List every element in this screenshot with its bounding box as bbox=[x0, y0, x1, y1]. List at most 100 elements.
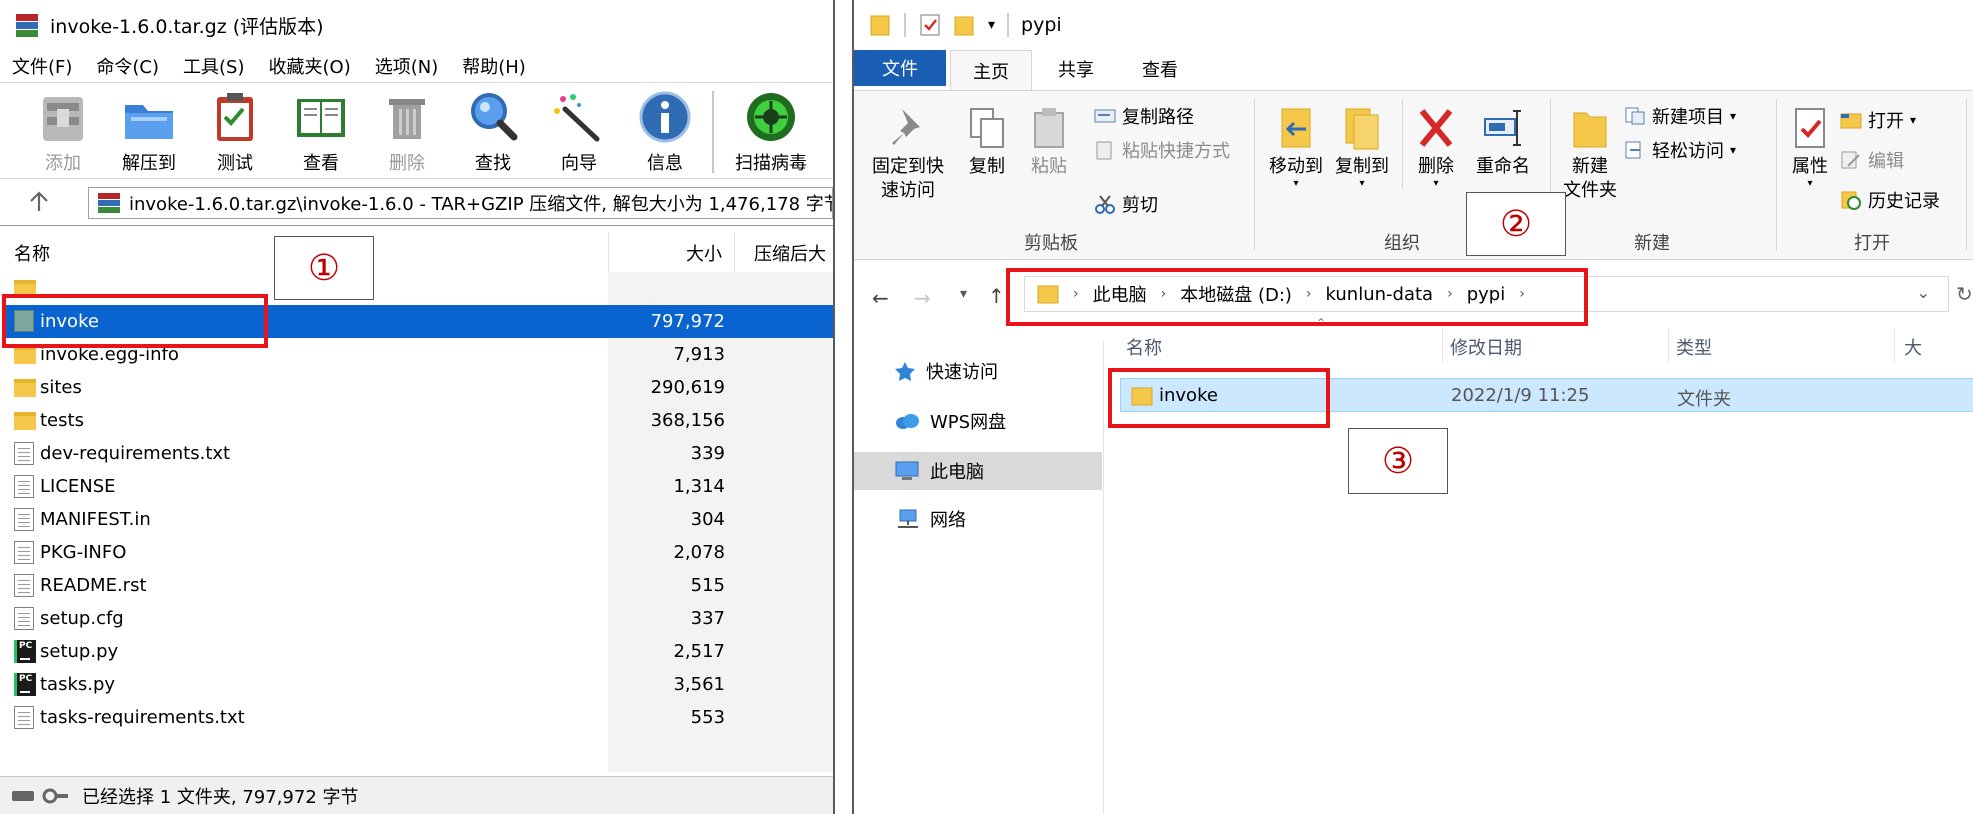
scan-virus-button[interactable]: 扫描病毒 bbox=[728, 89, 814, 177]
properties-button[interactable]: 属性 ▾ bbox=[1784, 105, 1836, 189]
new-folder-button[interactable]: 新建 文件夹 bbox=[1558, 105, 1622, 203]
address-dropdown-icon[interactable]: ⌄ bbox=[1917, 283, 1930, 302]
virus-scan-icon bbox=[743, 89, 799, 145]
test-label: 测试 bbox=[217, 153, 253, 174]
test-button[interactable]: 测试 bbox=[198, 89, 272, 177]
titlebar-divider bbox=[904, 13, 906, 37]
copy-to-button[interactable]: 复制到 ▾ bbox=[1330, 105, 1394, 189]
menu-options[interactable]: 选项(N) bbox=[375, 53, 439, 79]
column-size[interactable]: 大 bbox=[1904, 334, 1922, 360]
toolbar-divider bbox=[712, 91, 714, 173]
edit-button[interactable]: 编辑 bbox=[1840, 147, 1904, 173]
column-name[interactable]: 名称 bbox=[1126, 334, 1162, 360]
up-arrow-icon[interactable]: ↑ bbox=[988, 284, 1005, 308]
quick-access-dropdown-icon[interactable]: ▾ bbox=[988, 17, 995, 33]
copy-button[interactable]: 复制 bbox=[958, 105, 1016, 179]
menu-favorites[interactable]: 收藏夹(O) bbox=[269, 53, 351, 79]
file-name: tasks.py bbox=[40, 674, 116, 695]
cut-button[interactable]: 剪切 bbox=[1094, 191, 1158, 217]
menu-file[interactable]: 文件(F) bbox=[12, 53, 72, 79]
history-icon bbox=[1840, 190, 1862, 210]
forward-arrow-icon[interactable]: → bbox=[914, 286, 931, 310]
trash-icon bbox=[379, 89, 435, 145]
new-item-icon bbox=[1624, 106, 1646, 126]
paste-shortcut-button[interactable]: 粘贴快捷方式 bbox=[1094, 137, 1230, 163]
group-organize-label: 组织 bbox=[1384, 233, 1420, 254]
file-name: MANIFEST.in bbox=[40, 509, 151, 530]
info-button[interactable]: 信息 bbox=[628, 89, 702, 177]
extract-to-button[interactable]: 解压到 bbox=[112, 89, 186, 177]
file-size: 1,314 bbox=[673, 476, 725, 497]
file-name: setup.cfg bbox=[40, 608, 124, 629]
new-folder-icon[interactable] bbox=[954, 13, 974, 37]
callout-3: ③ bbox=[1348, 428, 1448, 494]
folder-icon bbox=[870, 13, 890, 37]
table-row[interactable]: sites 290,619 bbox=[6, 371, 833, 404]
sidebar-item-network[interactable]: 网络 bbox=[854, 500, 1102, 538]
file-size: 2,078 bbox=[673, 542, 725, 563]
sidebar-item-quick-access[interactable]: 快速访问 bbox=[854, 352, 1102, 390]
rename-button[interactable]: 重命名 bbox=[1468, 105, 1538, 179]
table-row[interactable]: setup.cfg 337 bbox=[6, 602, 833, 635]
tab-view[interactable]: 查看 bbox=[1120, 50, 1200, 88]
back-arrow-icon[interactable]: ← bbox=[872, 286, 889, 310]
winrar-logo-icon bbox=[14, 12, 40, 38]
column-packed[interactable]: 压缩后大 bbox=[754, 240, 826, 266]
table-row[interactable]: tasks-requirements.txt 553 bbox=[6, 701, 833, 734]
recent-locations-icon[interactable]: ▾ bbox=[960, 286, 967, 302]
add-label: 添加 bbox=[45, 153, 81, 174]
archive-path-field[interactable]: invoke-1.6.0.tar.gz\invoke-1.6.0 - TAR+G… bbox=[88, 187, 833, 219]
delete-button[interactable]: 删除 bbox=[370, 89, 444, 177]
find-button[interactable]: 查找 bbox=[456, 89, 530, 177]
dropdown-caret-icon: ▾ bbox=[1730, 143, 1737, 157]
properties-check-icon[interactable] bbox=[920, 13, 940, 37]
table-row[interactable]: dev-requirements.txt 339 bbox=[6, 437, 833, 470]
table-row[interactable]: PKG-INFO 2,078 bbox=[6, 536, 833, 569]
up-arrow-icon[interactable] bbox=[26, 189, 52, 215]
tab-home[interactable]: 主页 bbox=[950, 50, 1032, 91]
refresh-icon[interactable]: ↻ bbox=[1956, 282, 1973, 306]
delete-button[interactable]: 删除 ▾ bbox=[1410, 105, 1462, 189]
view-label: 查看 bbox=[303, 153, 339, 174]
move-to-button[interactable]: 移动到 ▾ bbox=[1264, 105, 1328, 189]
screenshot: { "winrar": { "title": "invoke-1.6.0.tar… bbox=[0, 0, 1973, 814]
history-button[interactable]: 历史记录 bbox=[1840, 187, 1940, 213]
column-divider bbox=[608, 232, 609, 272]
table-row[interactable]: tests 368,156 bbox=[6, 404, 833, 437]
easy-access-button[interactable]: 轻松访问 ▾ bbox=[1624, 137, 1736, 163]
column-type[interactable]: 类型 bbox=[1676, 334, 1712, 360]
table-row[interactable]: MANIFEST.in 304 bbox=[6, 503, 833, 536]
pin-icon bbox=[888, 105, 928, 151]
tab-file[interactable]: 文件 bbox=[854, 50, 946, 86]
pin-quick-access-button[interactable]: 固定到快 速访问 bbox=[862, 105, 954, 203]
paste-button[interactable]: 粘贴 bbox=[1020, 105, 1078, 179]
wizard-button[interactable]: 向导 bbox=[542, 89, 616, 177]
winrar-title: invoke-1.6.0.tar.gz (评估版本) bbox=[50, 15, 324, 38]
sidebar-item-this-pc[interactable]: 此电脑 bbox=[854, 452, 1102, 490]
column-size[interactable]: 大小 bbox=[686, 240, 722, 266]
menu-tools[interactable]: 工具(S) bbox=[183, 53, 244, 79]
tab-share[interactable]: 共享 bbox=[1036, 50, 1116, 88]
table-row[interactable]: README.rst 515 bbox=[6, 569, 833, 602]
folder-icon bbox=[14, 379, 36, 397]
open-button[interactable]: 打开 ▾ bbox=[1840, 107, 1916, 133]
file-name: tests bbox=[40, 410, 84, 431]
menu-commands[interactable]: 命令(C) bbox=[96, 53, 159, 79]
column-modified[interactable]: 修改日期 bbox=[1450, 334, 1522, 360]
extract-folder-icon bbox=[121, 89, 177, 145]
file-size: 304 bbox=[690, 509, 725, 530]
table-row[interactable]: PC setup.py 2,517 bbox=[6, 635, 833, 668]
file-name: dev-requirements.txt bbox=[40, 443, 231, 464]
new-item-button[interactable]: 新建项目 ▾ bbox=[1624, 103, 1736, 129]
column-name[interactable]: 名称 bbox=[14, 240, 50, 266]
add-button[interactable]: 添加 bbox=[26, 89, 100, 177]
menu-help[interactable]: 帮助(H) bbox=[462, 53, 526, 79]
view-button[interactable]: 查看 bbox=[284, 89, 358, 177]
ribbon-group-divider bbox=[1254, 99, 1255, 251]
delete-x-icon bbox=[1416, 105, 1456, 151]
table-row[interactable]: PC tasks.py 3,561 bbox=[6, 668, 833, 701]
sidebar-item-wps-cloud[interactable]: WPS网盘 bbox=[854, 402, 1102, 440]
table-row[interactable]: LICENSE 1,314 bbox=[6, 470, 833, 503]
document-icon bbox=[14, 706, 34, 729]
copy-path-button[interactable]: 复制路径 bbox=[1094, 103, 1194, 129]
